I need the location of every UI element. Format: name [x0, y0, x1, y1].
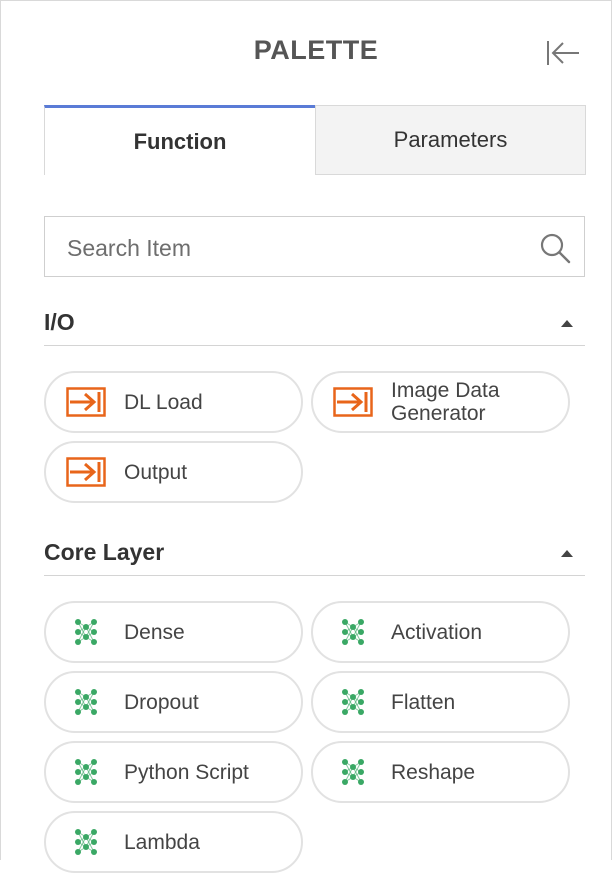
palette-item-activation[interactable]: Activation: [311, 601, 570, 663]
palette-item-label: Reshape: [391, 760, 476, 784]
palette-item-label: Image Data Generator: [391, 379, 500, 425]
palette-item-dl-load[interactable]: DL Load: [44, 371, 303, 433]
palette-panel: PALETTE Function Parameters I/O: [0, 0, 612, 873]
palette-item-output[interactable]: Output: [44, 441, 303, 503]
network-icon: [342, 759, 364, 785]
tab-function-label: Function: [133, 128, 227, 154]
collapse-left-icon: [547, 41, 579, 65]
palette-item-label: Flatten: [391, 690, 456, 714]
palette-item-label: Activation: [391, 620, 483, 644]
palette-header: PALETTE: [1, 29, 612, 79]
section-header-io[interactable]: I/O: [44, 305, 585, 346]
palette-item-python-script[interactable]: Python Script: [44, 741, 303, 803]
network-icon: [75, 759, 97, 785]
caret-up-icon[interactable]: [561, 319, 573, 327]
io-arrow-icon: [66, 387, 106, 417]
palette-item-label: Dense: [124, 620, 185, 644]
caret-up-icon[interactable]: [561, 549, 573, 557]
palette-item-lambda[interactable]: Lambda: [44, 811, 303, 873]
section-title-core-layer: Core Layer: [44, 539, 165, 565]
palette-item-dropout[interactable]: Dropout: [44, 671, 303, 733]
network-icon: [75, 829, 97, 855]
palette-item-label: Lambda: [124, 830, 200, 854]
palette-item-label: Python Script: [124, 760, 249, 784]
section-title-io: I/O: [44, 309, 75, 335]
palette-tabs: Function Parameters: [44, 105, 586, 175]
io-arrow-icon: [333, 387, 373, 417]
tab-parameters-label: Parameters: [393, 127, 508, 152]
palette-item-dense[interactable]: Dense: [44, 601, 303, 663]
section-header-core-layer[interactable]: Core Layer: [44, 535, 585, 576]
palette-title: PALETTE: [253, 35, 379, 65]
palette-item-label: DL Load: [124, 390, 203, 414]
palette-item-reshape[interactable]: Reshape: [311, 741, 570, 803]
palette-item-label: Output: [124, 460, 188, 484]
tab-function[interactable]: Function: [44, 105, 315, 175]
search-box: [44, 216, 585, 277]
network-icon: [342, 619, 364, 645]
search-input[interactable]: [65, 227, 529, 269]
network-icon: [75, 619, 97, 645]
palette-item-flatten[interactable]: Flatten: [311, 671, 570, 733]
network-icon: [75, 689, 97, 715]
palette-item-label: Dropout: [124, 690, 199, 714]
collapse-button[interactable]: [541, 35, 585, 71]
tab-parameters[interactable]: Parameters: [315, 105, 586, 175]
palette-item-image-data-generator[interactable]: Image Data Generator: [311, 371, 570, 433]
io-arrow-icon: [66, 457, 106, 487]
network-icon: [342, 689, 364, 715]
search-icon[interactable]: [538, 231, 572, 265]
